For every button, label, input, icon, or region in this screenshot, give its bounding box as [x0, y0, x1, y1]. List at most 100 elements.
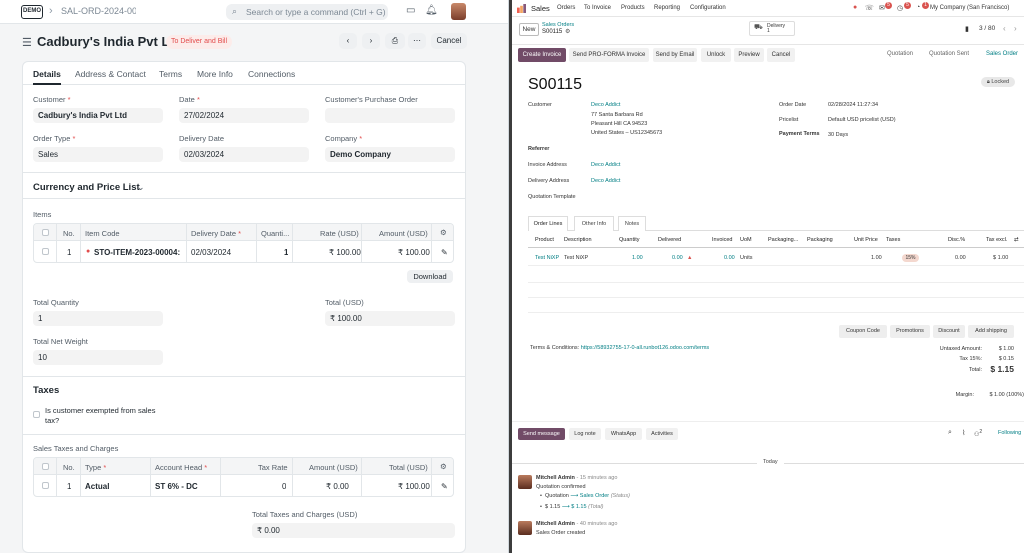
preview-button[interactable]: Preview: [734, 48, 764, 62]
app-title[interactable]: Sales: [531, 4, 550, 13]
payment-terms-value[interactable]: 30 Days: [828, 132, 848, 138]
tab-other-info[interactable]: Other Info: [574, 216, 614, 231]
delivery-address-link[interactable]: Deco Addict: [591, 178, 620, 184]
settings-icon[interactable]: ⚙: [440, 228, 447, 237]
pager-next-icon[interactable]: ›: [1014, 24, 1017, 33]
tab-details[interactable]: Details: [33, 69, 61, 79]
row-checkbox[interactable]: [42, 248, 49, 255]
table-row[interactable]: Test NiXP Test NiXP 1.00 0.00 ▲ 0.00 Uni…: [528, 250, 1024, 266]
rate-cell[interactable]: ₹ 100.00: [329, 248, 361, 257]
activity-clock-icon[interactable]: ◷: [897, 4, 903, 12]
pricelist-value[interactable]: Default USD pricelist (USD): [828, 117, 896, 123]
phone-icon[interactable]: ☏: [865, 4, 874, 12]
order-type-field[interactable]: Sales: [33, 147, 163, 162]
quantity-cell[interactable]: 1.00: [632, 255, 643, 261]
send-email-button[interactable]: Send by Email: [653, 48, 697, 62]
sidebar-toggle-icon[interactable]: ☰: [22, 36, 32, 49]
add-shipping-button[interactable]: Add shipping: [968, 325, 1014, 338]
breadcrumb[interactable]: SAL-ORD-2024-000: [61, 6, 136, 16]
print-button[interactable]: ⎙: [385, 33, 405, 49]
menu-to-invoice[interactable]: To Invoice: [584, 5, 611, 11]
currency-section-title[interactable]: Currency and Price List: [33, 182, 140, 193]
log-note-button[interactable]: Log note: [569, 428, 601, 440]
menu-configuration[interactable]: Configuration: [690, 5, 726, 11]
delivered-cell[interactable]: 0.00: [672, 255, 683, 261]
menu-reporting[interactable]: Reporting: [654, 5, 680, 11]
followers-icon[interactable]: ⚇2: [974, 429, 982, 438]
company-switcher[interactable]: My Company (San Francisco): [930, 5, 1009, 11]
avatar[interactable]: [518, 475, 532, 489]
pager-prev-icon[interactable]: ‹: [1003, 24, 1006, 33]
column-settings-icon[interactable]: ⇄: [1014, 237, 1019, 243]
unit-price-cell[interactable]: 1.00: [871, 255, 882, 261]
account-head-cell[interactable]: ST 6% - DC: [155, 482, 198, 491]
following-button[interactable]: Following: [998, 430, 1021, 436]
order-date-value[interactable]: 02/28/2024 11:27:34: [828, 102, 878, 108]
discount-button[interactable]: Discount: [933, 325, 965, 338]
forecast-chart-icon[interactable]: ▲: [687, 255, 692, 261]
send-message-button[interactable]: Send message: [518, 428, 565, 440]
product-cell[interactable]: Test NiXP: [535, 255, 559, 261]
edit-row-icon[interactable]: ✎: [441, 482, 448, 491]
type-cell[interactable]: Actual: [85, 482, 109, 491]
description-cell[interactable]: Test NiXP: [564, 255, 588, 261]
customer-po-field[interactable]: [325, 108, 455, 123]
delivery-date-field[interactable]: 02/03/2024: [179, 147, 309, 162]
cancel-order-button[interactable]: Cancel: [767, 48, 795, 62]
item-code-cell[interactable]: STO-ITEM-2023-00004:: [94, 248, 182, 257]
activities-button[interactable]: Activities: [646, 428, 678, 440]
tab-order-lines[interactable]: Order Lines: [528, 216, 568, 231]
settings-icon[interactable]: ⚙: [440, 462, 447, 471]
prev-doc-button[interactable]: ‹: [339, 33, 357, 49]
select-all-checkbox[interactable]: [42, 229, 49, 236]
table-row[interactable]: 1 Actual ST 6% - DC 0 ₹ 0.00 ₹ 100.00 ✎: [34, 476, 453, 496]
customer-link[interactable]: Deco Addict: [591, 102, 620, 108]
table-row[interactable]: 1 ● STO-ITEM-2023-00004: 02/03/2024 1 ₹ …: [34, 242, 453, 262]
tax-exempt-checkbox[interactable]: [33, 411, 40, 418]
sales-app-icon[interactable]: [517, 4, 526, 13]
invoice-address-link[interactable]: Deco Addict: [591, 162, 620, 168]
select-all-checkbox[interactable]: [42, 463, 49, 470]
download-button[interactable]: Download: [407, 270, 453, 283]
whatsapp-button[interactable]: WhatsApp: [605, 428, 642, 440]
next-doc-button[interactable]: ›: [362, 33, 380, 49]
notification-bell-icon[interactable]: 🔔︎: [425, 5, 438, 16]
new-button[interactable]: New: [519, 23, 539, 36]
print-icon[interactable]: ▮: [965, 25, 969, 33]
tab-more-info[interactable]: More Info: [197, 69, 233, 79]
row-checkbox[interactable]: [42, 482, 49, 489]
chevron-down-icon[interactable]: ⌄: [137, 182, 145, 193]
qty-cell[interactable]: 1: [284, 248, 288, 257]
customer-field[interactable]: Cadbury's India Pvt Ltd: [33, 108, 163, 123]
company-field[interactable]: Demo Company: [325, 147, 455, 162]
stage-quotation[interactable]: Quotation: [887, 51, 913, 57]
record-dot-icon[interactable]: ●: [853, 4, 857, 11]
delivery-date-cell[interactable]: 02/03/2024: [191, 248, 231, 257]
chat-icon[interactable]: ✉: [879, 4, 885, 12]
attachment-icon[interactable]: ⌇: [962, 429, 965, 437]
send-proforma-button[interactable]: Send PRO-FORMA Invoice: [569, 48, 649, 62]
global-search-input[interactable]: ⌕ Search or type a command (Ctrl + G): [226, 4, 388, 20]
app-logo[interactable]: DEMO: [21, 5, 43, 19]
more-menu-button[interactable]: ⋯: [408, 33, 426, 49]
stage-quotation-sent[interactable]: Quotation Sent: [929, 51, 969, 57]
tax-tag[interactable]: 15%: [902, 254, 919, 262]
stage-sales-order[interactable]: Sales Order: [986, 51, 1018, 57]
menu-orders[interactable]: Orders: [557, 5, 575, 11]
create-invoice-button[interactable]: Create Invoice: [518, 48, 566, 62]
avatar[interactable]: [518, 521, 532, 535]
date-field[interactable]: 27/02/2024: [179, 108, 309, 123]
tax-rate-cell[interactable]: 0: [282, 482, 286, 491]
gear-icon[interactable]: ⚙: [565, 28, 570, 35]
coupon-code-button[interactable]: Coupon Code: [839, 325, 887, 338]
search-icon[interactable]: ⌕: [948, 429, 952, 437]
menu-products[interactable]: Products: [621, 5, 645, 11]
pager[interactable]: 3 / 80: [979, 25, 995, 32]
cancel-button[interactable]: Cancel: [431, 33, 467, 49]
terms-link[interactable]: https://58932755-17-0-all.runbot126.odoo…: [581, 345, 709, 351]
tab-connections[interactable]: Connections: [248, 69, 295, 79]
unlock-button[interactable]: Unlock: [701, 48, 731, 62]
tab-address-contact[interactable]: Address & Contact: [75, 69, 146, 79]
notification-icon[interactable]: ◔: [916, 4, 920, 11]
tax-amount-cell[interactable]: ₹ 0.00: [326, 482, 349, 491]
